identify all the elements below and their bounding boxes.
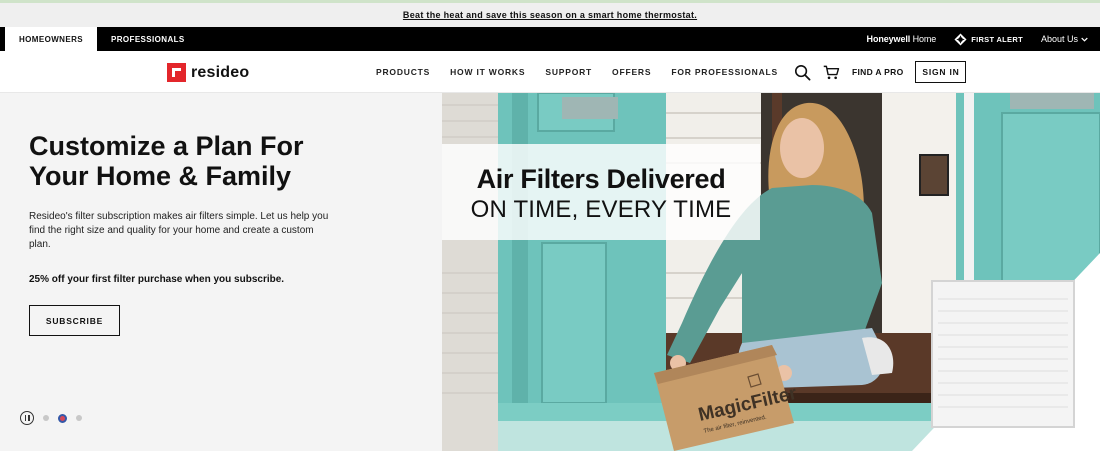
hero-banner: Customize a Plan For Your Home & Family … (0, 93, 1100, 451)
first-alert-label: FIRST ALERT (971, 34, 1023, 44)
resideo-logo-mark-icon (167, 63, 186, 82)
honeywell-brand: Honeywell (866, 34, 911, 44)
carousel-controls (20, 411, 82, 425)
nav-tools: FIND A PRO SIGN IN (794, 51, 967, 93)
tab-homeowners[interactable]: HOMEOWNERS (5, 27, 97, 51)
first-alert-logo-icon (954, 32, 967, 46)
brand-links: Honeywell Home FIRST ALERT About Us (867, 27, 1088, 51)
carousel-dot[interactable] (76, 415, 82, 421)
honeywell-home-link[interactable]: Honeywell Home (867, 34, 937, 44)
sign-in-button[interactable]: SIGN IN (915, 61, 967, 83)
honeywell-home-suffix: Home (910, 34, 937, 44)
nav-support[interactable]: SUPPORT (545, 67, 592, 77)
primary-menu: PRODUCTS HOW IT WORKS SUPPORT OFFERS FOR… (376, 51, 778, 93)
hero-description: Resideo's filter subscription makes air … (29, 211, 329, 250)
audience-bar: HOMEOWNERS PROFESSIONALS Honeywell Home … (0, 27, 1100, 51)
carousel-dot[interactable] (43, 415, 49, 421)
hero-headline: Air Filters Delivered (476, 164, 726, 194)
nav-products[interactable]: PRODUCTS (376, 67, 430, 77)
hero-offer: 25% off your first filter purchase when … (29, 274, 285, 285)
pause-icon[interactable] (20, 411, 34, 425)
hero-subheadline: ON TIME, EVERY TIME (470, 196, 732, 223)
nav-for-professionals[interactable]: FOR PROFESSIONALS (671, 67, 778, 77)
subscribe-button[interactable]: SUBSCRIBE (29, 305, 120, 336)
hero-text-panel: Customize a Plan For Your Home & Family … (0, 93, 442, 451)
about-us-menu[interactable]: About Us (1041, 34, 1088, 44)
cart-icon[interactable] (823, 64, 840, 81)
audience-tabs: HOMEOWNERS PROFESSIONALS (5, 27, 199, 51)
tab-professionals[interactable]: PROFESSIONALS (97, 27, 199, 51)
hero-title-line-1: Customize a Plan For (29, 131, 304, 161)
chevron-down-icon (1081, 37, 1088, 42)
main-navigation: resideo PRODUCTS HOW IT WORKS SUPPORT OF… (0, 51, 1100, 93)
air-filter-product (931, 280, 1075, 428)
carousel-dot-active[interactable] (58, 413, 67, 423)
search-icon[interactable] (794, 64, 811, 81)
resideo-logo[interactable]: resideo (167, 63, 249, 82)
promo-bar: Beat the heat and save this season on a … (0, 0, 1100, 27)
headline-overlay: Air Filters Delivered ON TIME, EVERY TIM… (442, 144, 760, 240)
nav-offers[interactable]: OFFERS (612, 67, 651, 77)
first-alert-link[interactable]: FIRST ALERT (954, 32, 1023, 46)
hero-title: Customize a Plan For Your Home & Family (29, 131, 329, 191)
resideo-logo-text: resideo (191, 63, 250, 81)
hero-title-line-2: Your Home & Family (29, 161, 292, 191)
about-us-label: About Us (1040, 34, 1078, 44)
nav-how-it-works[interactable]: HOW IT WORKS (450, 67, 525, 77)
find-a-pro-link[interactable]: FIND A PRO (852, 67, 903, 77)
promo-link[interactable]: Beat the heat and save this season on a … (403, 10, 697, 20)
